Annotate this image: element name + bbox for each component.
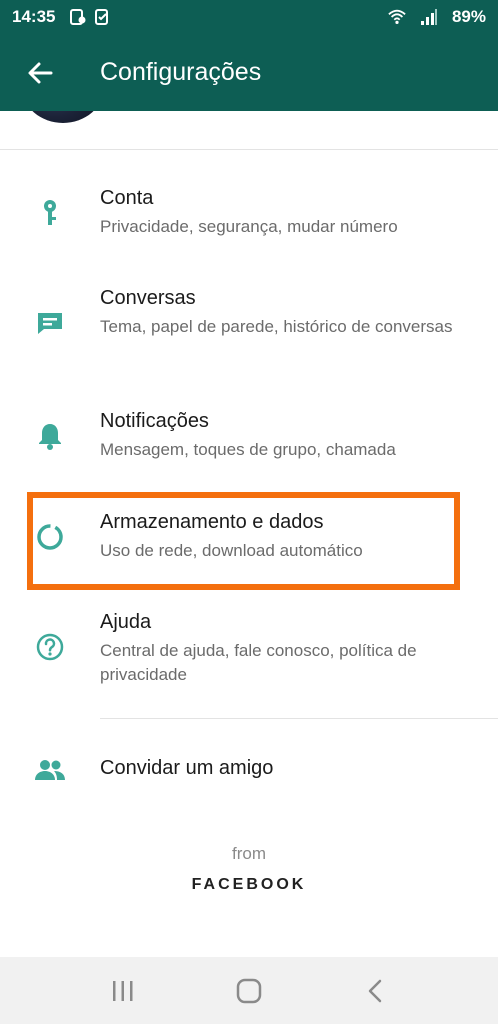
highlight-box xyxy=(27,492,460,590)
system-nav-bar xyxy=(0,957,498,1024)
wifi-icon xyxy=(388,8,406,26)
invite-friend-label: Convidar um amigo xyxy=(100,757,274,779)
signal-icon xyxy=(420,8,438,26)
home-icon xyxy=(236,978,262,1003)
settings-item-sub: Mensagem, toques de grupo, chamada xyxy=(100,440,396,459)
settings-item-notificacoes[interactable]: Notificações Mensagem, toques de grupo, … xyxy=(0,404,498,474)
status-time: 14:35 xyxy=(12,7,56,26)
notification-icon xyxy=(69,8,87,26)
settings-item-sub: Tema, papel de parede, histórico de conv… xyxy=(100,317,453,336)
settings-item-label: Conversas xyxy=(100,287,196,309)
recent-apps-button[interactable] xyxy=(99,967,147,1015)
key-icon xyxy=(30,193,70,233)
settings-item-label: Notificações xyxy=(100,410,209,432)
footer-from: from xyxy=(232,844,266,863)
profile-avatar[interactable] xyxy=(22,111,104,123)
chat-icon xyxy=(30,303,70,343)
back-nav-icon xyxy=(368,979,382,1002)
back-button[interactable] xyxy=(12,45,68,101)
settings-item-label: Conta xyxy=(100,187,154,209)
arrow-back-icon xyxy=(28,62,53,83)
back-nav-button[interactable] xyxy=(351,967,399,1015)
settings-item-sub: Central de ajuda, fale conosco, política… xyxy=(100,641,417,684)
page-title: Configurações xyxy=(100,58,262,86)
clipboard-icon xyxy=(93,8,111,26)
invite-friend-item[interactable]: Convidar um amigo xyxy=(0,745,498,795)
settings-item-conversas[interactable]: Conversas Tema, papel de parede, históri… xyxy=(0,281,498,371)
app-bar: Configurações xyxy=(0,34,498,111)
settings-item-conta[interactable]: Conta Privacidade, segurança, mudar núme… xyxy=(0,181,498,251)
home-button[interactable] xyxy=(225,967,273,1015)
divider xyxy=(0,149,498,150)
facebook-brand: FACEBOOK xyxy=(191,876,307,893)
settings-item-sub: Privacidade, segurança, mudar número xyxy=(100,217,398,236)
battery-level: 89% xyxy=(451,7,486,26)
people-icon xyxy=(30,750,70,790)
divider xyxy=(100,718,498,719)
settings-item-ajuda[interactable]: Ajuda Central de ajuda, fale conosco, po… xyxy=(0,605,498,695)
help-icon xyxy=(30,627,70,667)
recent-apps-icon xyxy=(113,980,133,1001)
status-bar: 14:35 89% xyxy=(0,0,498,34)
settings-item-label: Ajuda xyxy=(100,611,152,633)
bell-icon xyxy=(30,416,70,456)
settings-list: Conta Privacidade, segurança, mudar núme… xyxy=(0,111,498,957)
